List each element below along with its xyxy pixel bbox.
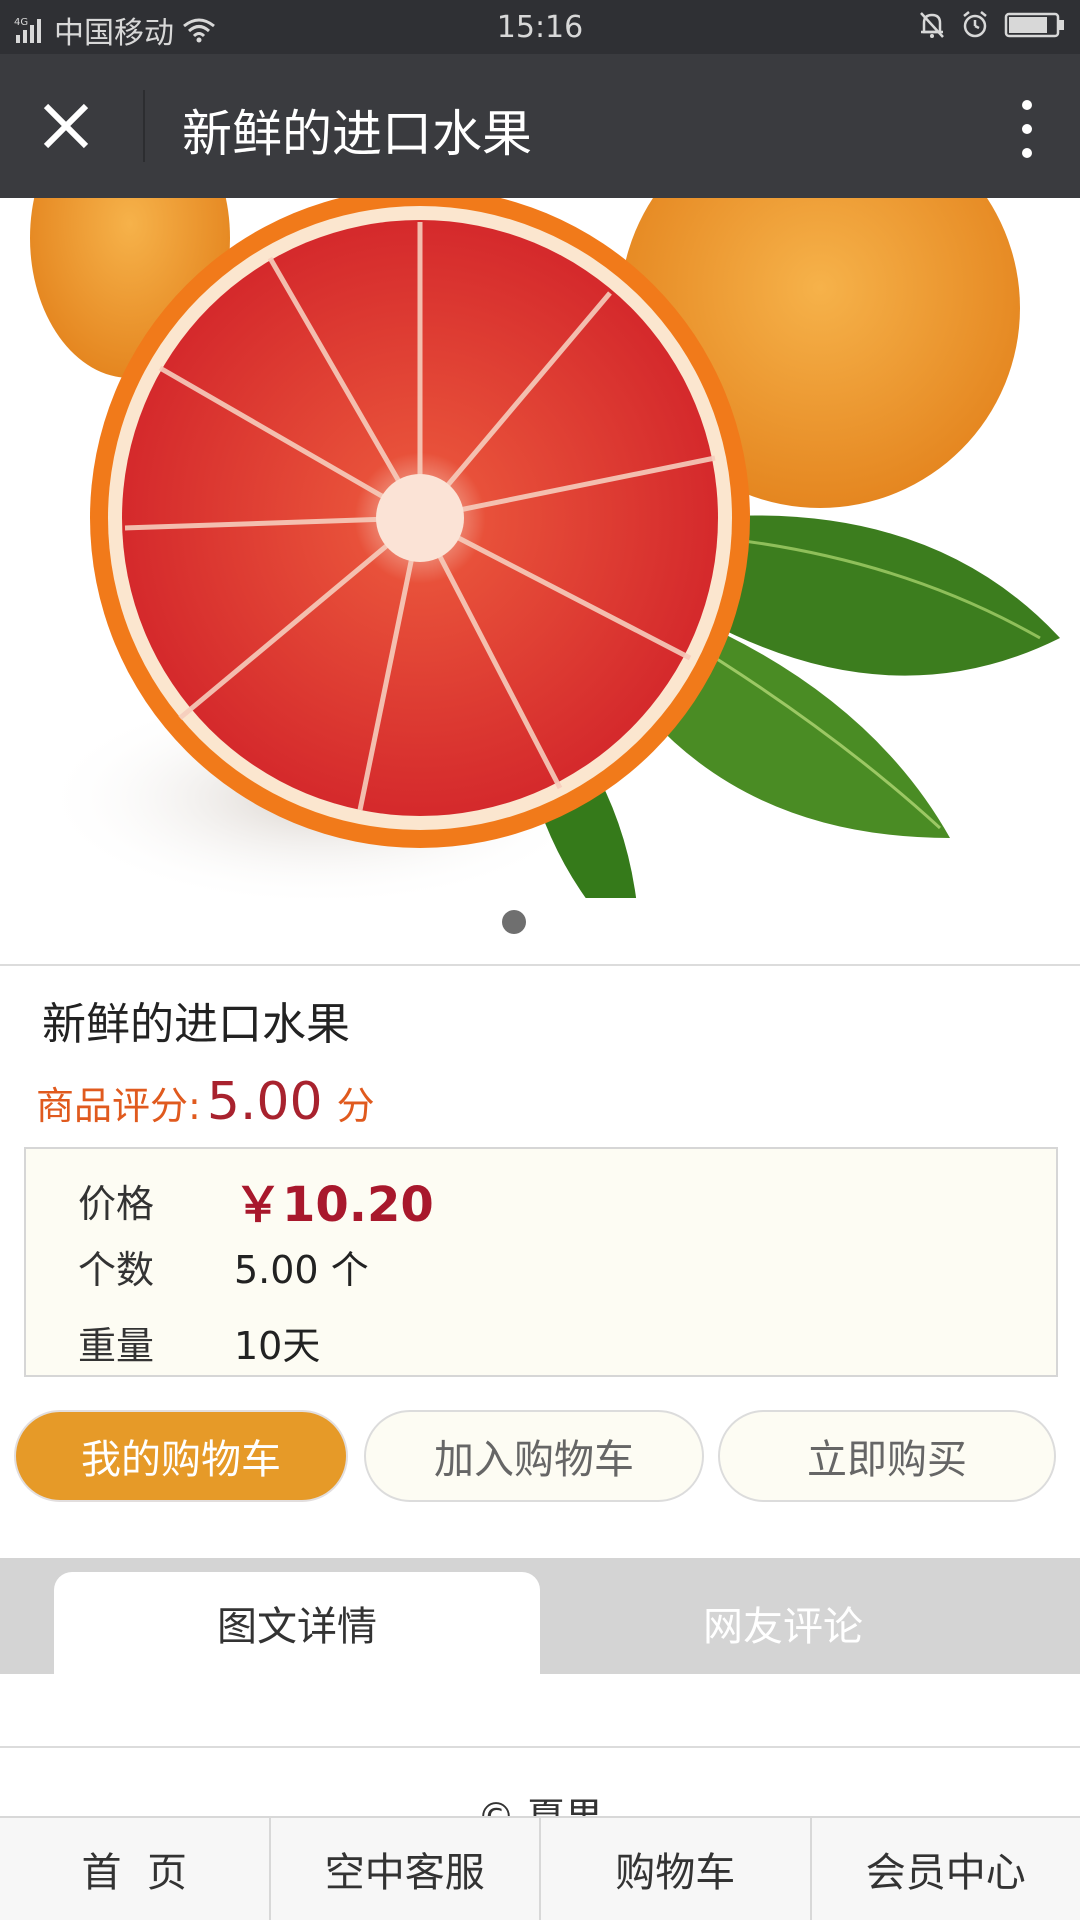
product-image-carousel[interactable] [0,198,1080,966]
tab-comments[interactable]: 网友评论 [540,1572,1026,1674]
nav-item-cart[interactable]: 购物车 [539,1818,810,1920]
product-rating: 商品评分: 5.00 分 [36,1072,375,1132]
page-title: 新鲜的进口水果 [182,105,532,163]
nav-item-customer-service[interactable]: 空中客服 [268,1818,540,1920]
title-bar: 新鲜的进口水果 [0,54,1080,198]
rating-value: 5.00 [206,1072,323,1132]
status-right [918,10,1066,40]
product-image [30,198,1060,958]
title-divider [143,90,145,162]
detail-tabs: 图文详情 网友评论 [0,1558,1080,1674]
spec-label: 个数 [78,1248,155,1292]
bottom-navigation: 首 页 空中客服 购物车 会员中心 [0,1816,1080,1920]
weight-value: 10天 [234,1324,321,1368]
battery-icon [1004,12,1064,38]
add-to-cart-button[interactable]: 加入购物车 [364,1410,704,1502]
status-bar: 4G 中国移动 15:16 [0,0,1080,54]
buy-now-button[interactable]: 立即购买 [718,1410,1056,1502]
nav-item-member-center[interactable]: 会员中心 [809,1818,1080,1920]
count-value: 5.00 个 [234,1248,369,1292]
bell-off-icon [920,12,944,38]
product-spec-table: 价格 ￥10.20 个数 5.00 个 重量 10天 [24,1147,1058,1377]
tab-details[interactable]: 图文详情 [54,1572,540,1674]
more-vertical-icon-dot [1022,148,1032,158]
price-value: ￥10.20 [234,1177,434,1233]
spec-row-price: 价格 ￥10.20 [78,1165,434,1235]
alarm-clock-icon [963,11,987,38]
close-button[interactable] [38,98,94,154]
content-divider [0,1746,1080,1748]
my-cart-button[interactable]: 我的购物车 [14,1410,348,1502]
rating-label: 商品评分: [36,1084,201,1128]
product-title: 新鲜的进口水果 [42,999,350,1050]
nav-item-home[interactable]: 首 页 [0,1818,269,1920]
spec-label: 价格 [78,1181,155,1226]
spec-row-count: 个数 5.00 个 [78,1239,369,1294]
more-vertical-icon-dot [1022,124,1032,134]
rating-unit: 分 [336,1084,375,1128]
more-vertical-icon-dot [1022,100,1032,110]
spec-label: 重量 [78,1324,155,1368]
close-icon [43,103,89,149]
spec-row-weight: 重量 10天 [78,1315,320,1370]
more-menu-button[interactable] [1012,94,1042,164]
carousel-indicator[interactable] [502,910,526,934]
